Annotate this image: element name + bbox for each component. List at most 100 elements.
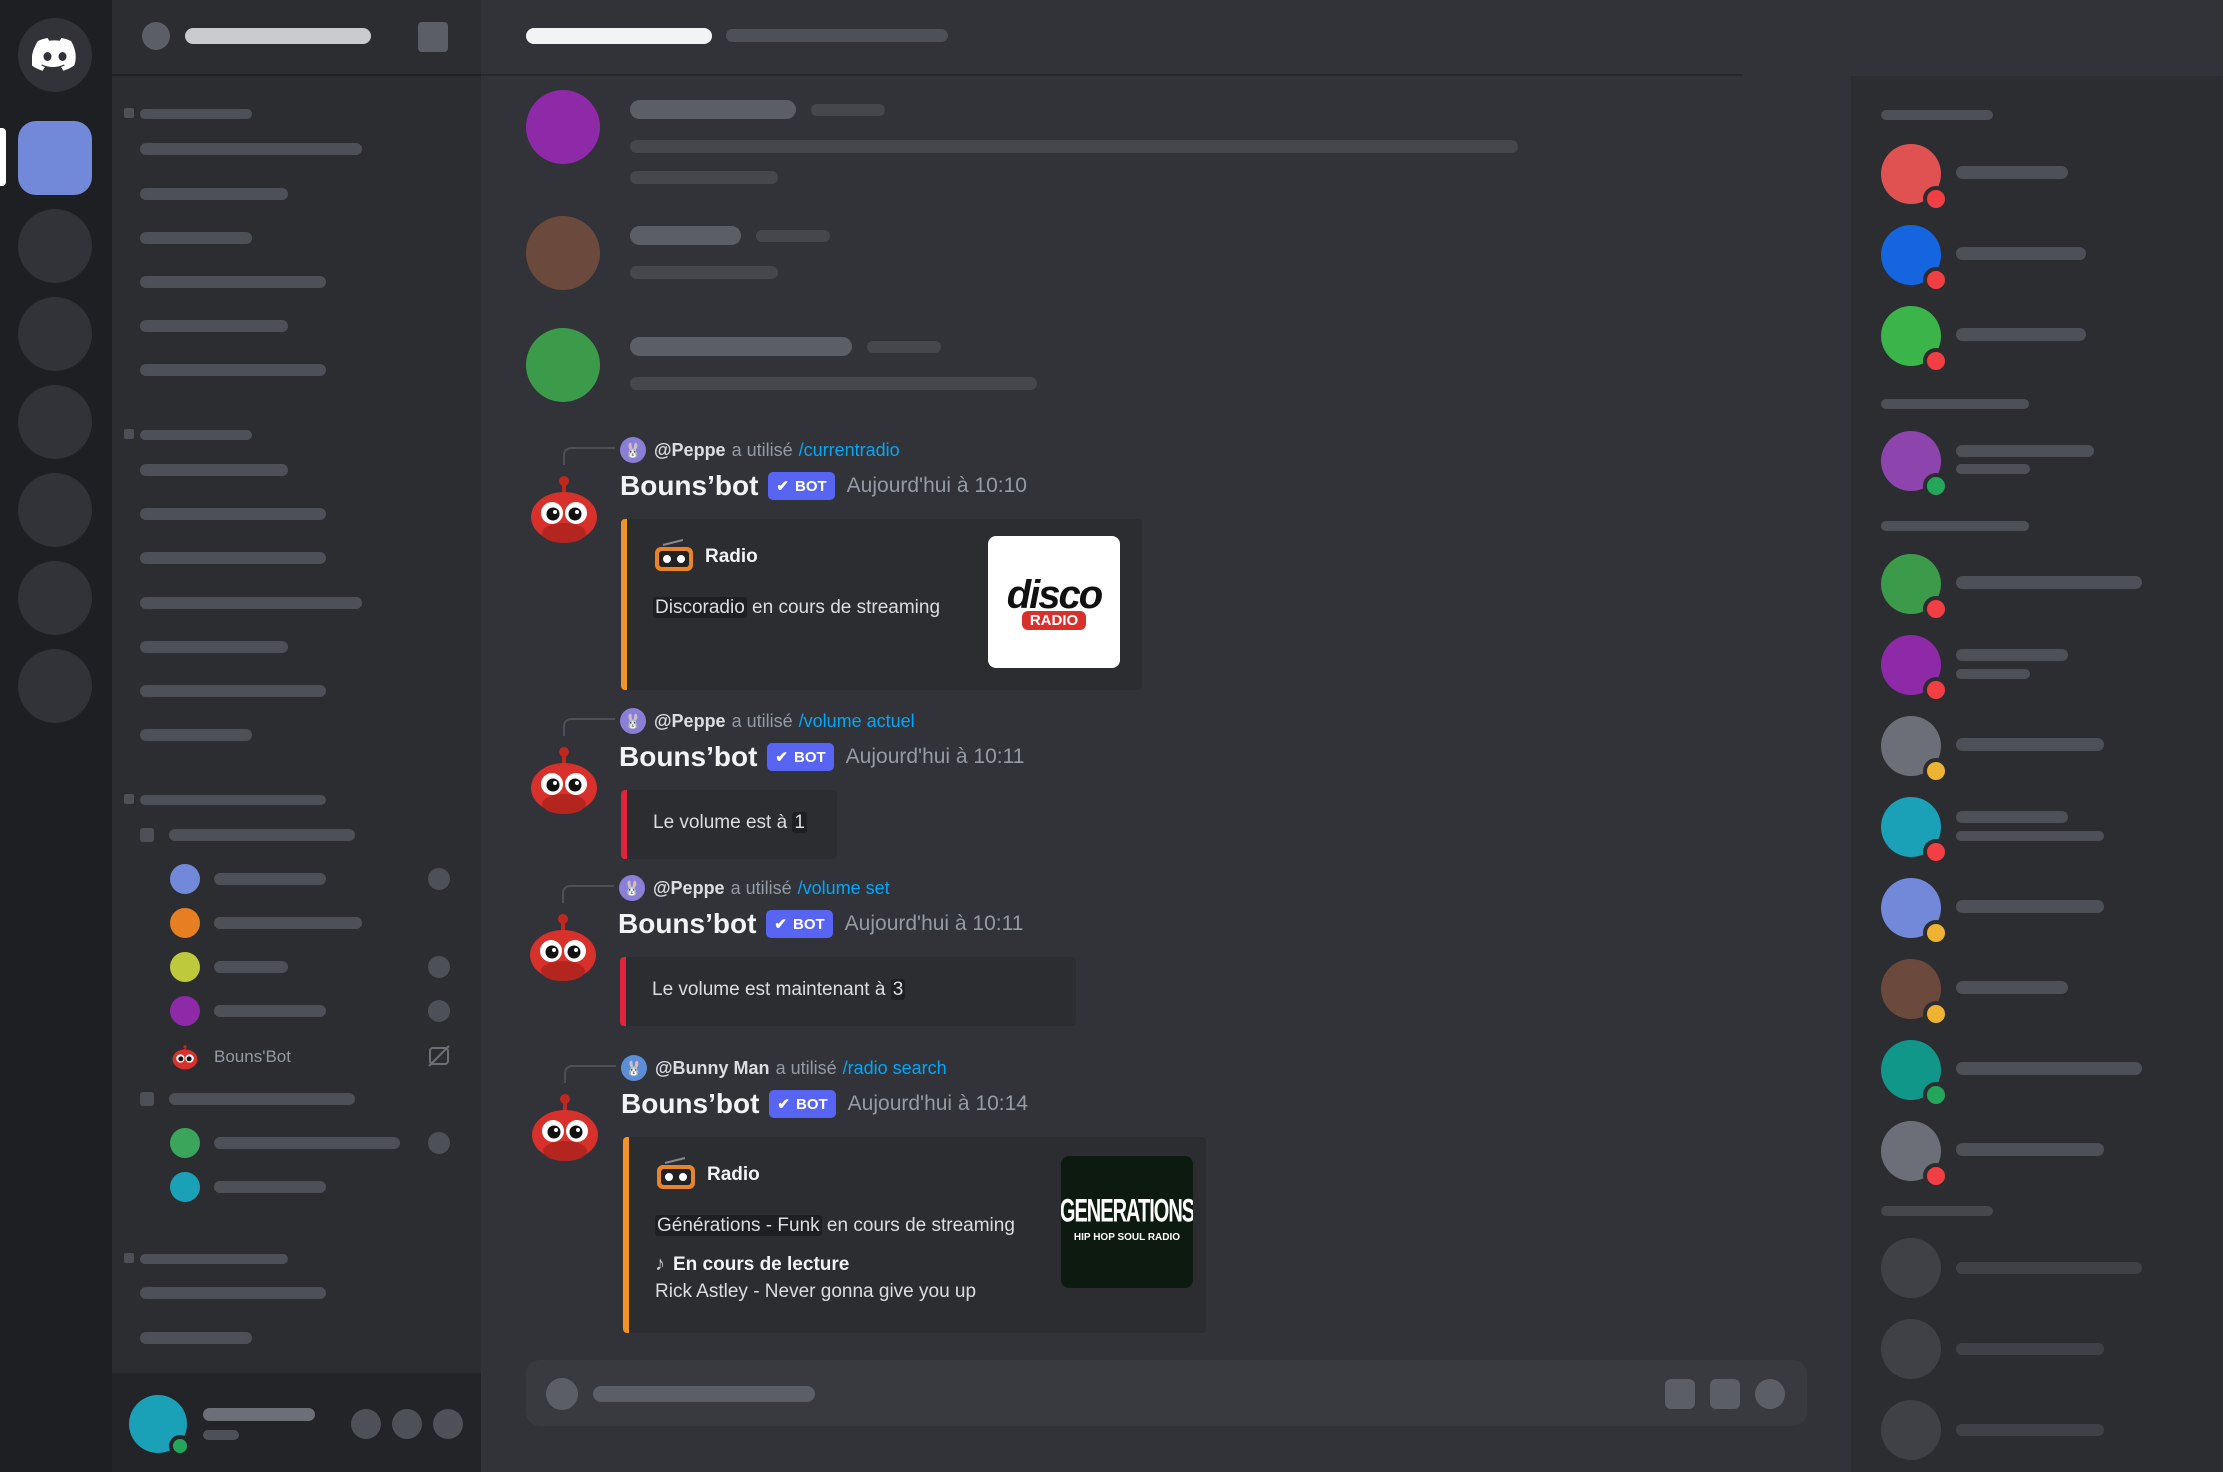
channel-item[interactable] <box>140 320 288 332</box>
replied-user[interactable]: @Peppe <box>654 711 726 732</box>
replied-user-avatar[interactable]: 🐰 <box>620 437 646 463</box>
server-icon[interactable] <box>18 297 92 371</box>
member-name[interactable] <box>1956 1262 2142 1274</box>
reply-command[interactable]: /volume set <box>798 878 890 899</box>
offline-member-avatar[interactable] <box>1881 1400 1941 1460</box>
voice-user-name[interactable] <box>214 1137 400 1149</box>
emoji-button[interactable] <box>1755 1379 1785 1409</box>
member-name[interactable] <box>1956 1343 2104 1355</box>
deafen-button[interactable] <box>392 1409 422 1439</box>
server-icon[interactable] <box>18 209 92 283</box>
discord-home-button[interactable] <box>18 18 92 92</box>
category-label[interactable] <box>140 1254 288 1264</box>
bot-member-name[interactable]: Bouns'Bot <box>214 1047 291 1067</box>
channel-item[interactable] <box>140 1287 326 1299</box>
voice-channel-name[interactable] <box>169 829 355 841</box>
station-logo-thumbnail[interactable]: disco RADIO <box>988 536 1120 668</box>
member-name[interactable] <box>1956 981 2068 994</box>
voice-user-avatar[interactable] <box>170 952 200 982</box>
bounsbot-avatar[interactable] <box>528 473 600 545</box>
category-collapse-icon[interactable] <box>124 429 134 439</box>
gift-button[interactable] <box>1665 1379 1695 1409</box>
author-name[interactable]: Bouns’bot <box>618 908 756 940</box>
channel-item[interactable] <box>140 188 288 200</box>
channel-item[interactable] <box>140 276 326 288</box>
member-name[interactable] <box>1956 576 2142 589</box>
bounsbot-avatar[interactable] <box>527 911 599 983</box>
category-label[interactable] <box>140 795 326 805</box>
attach-button[interactable] <box>546 1378 578 1410</box>
server-icon-active[interactable] <box>18 121 92 195</box>
category-label[interactable] <box>140 430 252 440</box>
voice-user-avatar[interactable] <box>170 1128 200 1158</box>
member-name[interactable] <box>1956 900 2104 913</box>
message-author-placeholder[interactable] <box>630 337 852 356</box>
message-avatar[interactable] <box>526 216 600 290</box>
author-name[interactable]: Bouns’bot <box>621 1088 759 1120</box>
bounsbot-avatar[interactable] <box>529 1091 601 1163</box>
member-name[interactable] <box>1956 247 2086 260</box>
voice-user-avatar[interactable] <box>170 908 200 938</box>
author-name[interactable]: Bouns’bot <box>620 470 758 502</box>
channel-item[interactable] <box>140 597 362 609</box>
member-name[interactable] <box>1956 1424 2104 1436</box>
voice-user-name[interactable] <box>214 961 288 973</box>
category-collapse-icon[interactable] <box>124 1253 134 1263</box>
offline-member-avatar[interactable] <box>1881 1319 1941 1379</box>
channel-item[interactable] <box>140 464 288 476</box>
member-name[interactable] <box>1956 445 2094 457</box>
channel-item[interactable] <box>140 685 326 697</box>
member-name[interactable] <box>1956 738 2104 751</box>
member-name[interactable] <box>1956 811 2068 823</box>
replied-user[interactable]: @Bunny Man <box>655 1058 770 1079</box>
member-name[interactable] <box>1956 1143 2104 1156</box>
channel-item[interactable] <box>140 552 326 564</box>
category-label[interactable] <box>140 109 252 119</box>
member-name[interactable] <box>1956 649 2068 661</box>
mute-button[interactable] <box>351 1409 381 1439</box>
member-name[interactable] <box>1956 1062 2142 1075</box>
replied-user[interactable]: @Peppe <box>653 878 725 899</box>
replied-user[interactable]: @Peppe <box>654 440 726 461</box>
author-name[interactable]: Bouns’bot <box>619 741 757 773</box>
server-icon[interactable] <box>18 473 92 547</box>
gif-button[interactable] <box>1710 1379 1740 1409</box>
station-logo-thumbnail[interactable]: GENERATIONS HIP HOP SOUL RADIO <box>1061 1156 1193 1288</box>
settings-button[interactable] <box>433 1409 463 1439</box>
member-name[interactable] <box>1956 328 2086 341</box>
server-menu-icon[interactable] <box>418 22 448 52</box>
voice-user-avatar[interactable] <box>170 864 200 894</box>
message-avatar[interactable] <box>526 90 600 164</box>
voice-user-name[interactable] <box>214 1005 326 1017</box>
voice-user-name[interactable] <box>214 1181 326 1193</box>
reply-command[interactable]: /radio search <box>843 1058 947 1079</box>
bounsbot-avatar[interactable] <box>528 744 600 816</box>
replied-user-avatar[interactable]: 🐰 <box>621 1055 647 1081</box>
server-icon[interactable] <box>18 649 92 723</box>
message-avatar[interactable] <box>526 328 600 402</box>
replied-user-avatar[interactable]: 🐰 <box>620 708 646 734</box>
reply-command[interactable]: /currentradio <box>799 440 900 461</box>
reply-command[interactable]: /volume actuel <box>799 711 915 732</box>
channel-item[interactable] <box>140 729 252 741</box>
voice-user-name[interactable] <box>214 873 326 885</box>
message-author-placeholder[interactable] <box>630 100 796 119</box>
channel-item[interactable] <box>140 143 362 155</box>
message-author-placeholder[interactable] <box>630 226 741 245</box>
bounsbot-avatar-small[interactable] <box>170 1041 200 1071</box>
channel-item[interactable] <box>140 1332 252 1344</box>
voice-user-name[interactable] <box>214 917 362 929</box>
category-collapse-icon[interactable] <box>124 108 134 118</box>
member-name[interactable] <box>1956 166 2068 179</box>
server-icon[interactable] <box>18 385 92 459</box>
voice-user-avatar[interactable] <box>170 996 200 1026</box>
voice-user-avatar[interactable] <box>170 1172 200 1202</box>
channel-item[interactable] <box>140 232 252 244</box>
channel-item[interactable] <box>140 364 326 376</box>
channel-item[interactable] <box>140 508 326 520</box>
server-icon[interactable] <box>18 561 92 635</box>
replied-user-avatar[interactable]: 🐰 <box>619 875 645 901</box>
category-collapse-icon[interactable] <box>124 794 134 804</box>
offline-member-avatar[interactable] <box>1881 1238 1941 1298</box>
voice-channel-name[interactable] <box>169 1093 355 1105</box>
